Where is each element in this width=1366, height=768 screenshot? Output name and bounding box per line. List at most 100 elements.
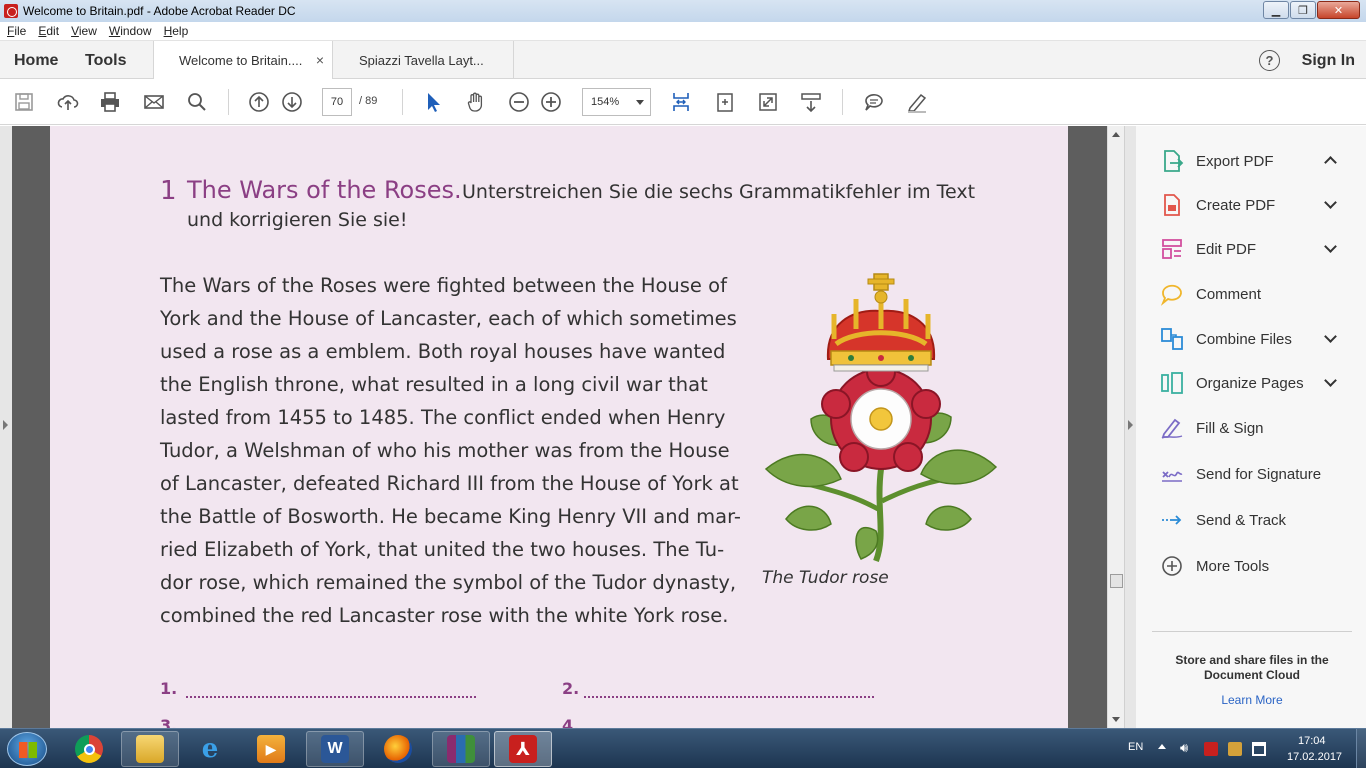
tool-label: Combine Files — [1196, 330, 1292, 348]
save-icon[interactable] — [12, 90, 36, 114]
taskbar-firefox[interactable] — [369, 731, 427, 767]
taskbar-explorer[interactable] — [121, 731, 179, 767]
tool-comment[interactable]: Comment — [1160, 279, 1360, 309]
document-tab[interactable]: Spiazzi Tavella Layt... — [334, 41, 514, 79]
tool-label: Create PDF — [1196, 196, 1276, 214]
zoom-select[interactable]: 154% — [582, 88, 651, 116]
text-line: The Wars of the Roses were fighted betwe… — [160, 274, 727, 297]
scroll-down-icon[interactable] — [1112, 717, 1120, 722]
help-icon[interactable]: ? — [1259, 50, 1280, 71]
print-icon[interactable] — [98, 90, 122, 114]
minimize-button[interactable]: ▁ — [1263, 1, 1289, 19]
chevron-down-icon[interactable] — [1324, 240, 1337, 253]
full-screen-icon[interactable] — [756, 90, 780, 114]
page-number-input[interactable]: 70 — [322, 88, 352, 116]
next-page-icon[interactable] — [280, 90, 304, 114]
window-controls: ▁ ❐ ✕ — [1262, 1, 1360, 19]
update-tray-icon[interactable] — [1228, 742, 1242, 756]
menu-window[interactable]: Window — [109, 24, 152, 38]
clock-time[interactable]: 17:04 — [1298, 735, 1326, 747]
clock-date[interactable]: 17.02.2017 — [1287, 751, 1342, 763]
answer-line[interactable] — [186, 696, 476, 698]
vertical-scrollbar[interactable] — [1107, 126, 1124, 728]
start-button[interactable] — [7, 732, 47, 766]
winrar-icon — [447, 735, 475, 763]
taskbar-winrar[interactable] — [432, 731, 490, 767]
email-icon[interactable] — [142, 90, 166, 114]
tool-label: Send for Signature — [1196, 465, 1322, 483]
tool-more-tools[interactable]: More Tools — [1160, 551, 1360, 581]
tool-organize-pages[interactable]: Organize Pages — [1160, 368, 1360, 398]
chevron-down-icon[interactable] — [1324, 330, 1337, 343]
show-hidden-icons-icon[interactable] — [1158, 744, 1166, 749]
comment-bubble-icon[interactable] — [862, 90, 886, 114]
network-icon[interactable] — [1252, 742, 1266, 756]
text-line: the English throne, what resulted in a l… — [160, 373, 708, 396]
taskbar-internet-explorer[interactable]: e — [181, 731, 239, 767]
acrobat-tray-icon[interactable] — [1204, 742, 1218, 756]
right-pane-toggle[interactable] — [1124, 126, 1136, 728]
tool-send-track[interactable]: Send & Track — [1160, 505, 1360, 535]
scroll-thumb[interactable] — [1110, 574, 1123, 588]
tool-label: Send & Track — [1196, 511, 1287, 529]
menu-help[interactable]: Help — [164, 24, 189, 38]
send-track-icon — [1160, 508, 1184, 532]
answer-line[interactable] — [584, 696, 874, 698]
chevron-down-icon[interactable] — [1324, 374, 1337, 387]
zoom-in-icon[interactable] — [539, 90, 563, 114]
home-tab[interactable]: Home — [14, 52, 58, 70]
toolbar-separator — [228, 89, 229, 115]
internet-explorer-icon: e — [201, 734, 219, 764]
tool-edit-pdf[interactable]: Edit PDF — [1160, 234, 1360, 264]
tool-create-pdf[interactable]: Create PDF — [1160, 190, 1360, 220]
maximize-button[interactable]: ❐ — [1290, 1, 1316, 19]
sign-in-button[interactable]: Sign In — [1302, 52, 1355, 70]
tool-label: Organize Pages — [1196, 374, 1304, 392]
tools-pane: Export PDF Create PDF Edit PDF Comment C… — [1136, 126, 1366, 728]
fit-page-icon[interactable] — [669, 90, 693, 114]
scroll-up-icon[interactable] — [1112, 132, 1120, 137]
toolbar — [0, 79, 1366, 125]
select-cursor-icon[interactable] — [421, 90, 445, 114]
highlight-pen-icon[interactable] — [905, 90, 929, 114]
learn-more-link[interactable]: Learn More — [1156, 693, 1348, 707]
taskbar-acrobat[interactable]: ⅄ — [494, 731, 552, 767]
taskbar-media-player[interactable]: ▶ — [242, 731, 300, 767]
chevron-down-icon — [636, 100, 644, 105]
toolbar-separator — [402, 89, 403, 115]
hand-tool-icon[interactable] — [464, 90, 488, 114]
combine-files-icon — [1160, 327, 1184, 351]
image-caption: The Tudor rose — [762, 568, 889, 588]
menu-edit[interactable]: Edit — [38, 24, 59, 38]
text-line: York and the House of Lancaster, each of… — [160, 307, 737, 330]
close-tab-icon[interactable]: × — [316, 52, 324, 68]
volume-icon[interactable]: 🔊︎ — [1180, 740, 1194, 755]
chevron-down-icon[interactable] — [1324, 196, 1337, 209]
show-desktop-button[interactable] — [1356, 729, 1366, 768]
tool-fill-sign[interactable]: Fill & Sign — [1160, 413, 1360, 443]
language-indicator[interactable]: EN — [1128, 741, 1143, 753]
more-tools-icon — [1160, 554, 1184, 578]
chevron-up-icon[interactable] — [1324, 156, 1337, 169]
previous-page-icon[interactable] — [247, 90, 271, 114]
close-window-button[interactable]: ✕ — [1317, 1, 1360, 19]
zoom-out-icon[interactable] — [507, 90, 531, 114]
tool-export-pdf[interactable]: Export PDF — [1160, 146, 1360, 176]
document-tab-label: Spiazzi Tavella Layt... — [359, 52, 484, 68]
menu-view[interactable]: View — [71, 24, 97, 38]
read-mode-icon[interactable] — [799, 90, 823, 114]
tools-tab[interactable]: Tools — [85, 52, 126, 70]
tool-combine-files[interactable]: Combine Files — [1160, 324, 1360, 354]
search-icon[interactable] — [185, 90, 209, 114]
left-pane-toggle[interactable] — [0, 126, 12, 728]
upload-cloud-icon[interactable] — [56, 90, 80, 114]
taskbar-word[interactable]: W — [306, 731, 364, 767]
taskbar-chrome[interactable] — [60, 731, 118, 767]
tool-send-for-signature[interactable]: Send for Signature — [1160, 459, 1360, 489]
text-line: dor rose, which remained the symbol of t… — [160, 571, 737, 594]
rotate-page-icon[interactable] — [713, 90, 737, 114]
document-tab-active[interactable]: Welcome to Britain.... × — [153, 41, 333, 80]
document-area[interactable]: 1 The Wars of the Roses. Unterstreichen … — [0, 126, 1124, 728]
exercise-number: 1 — [160, 176, 177, 206]
menu-file[interactable]: File — [7, 24, 26, 38]
